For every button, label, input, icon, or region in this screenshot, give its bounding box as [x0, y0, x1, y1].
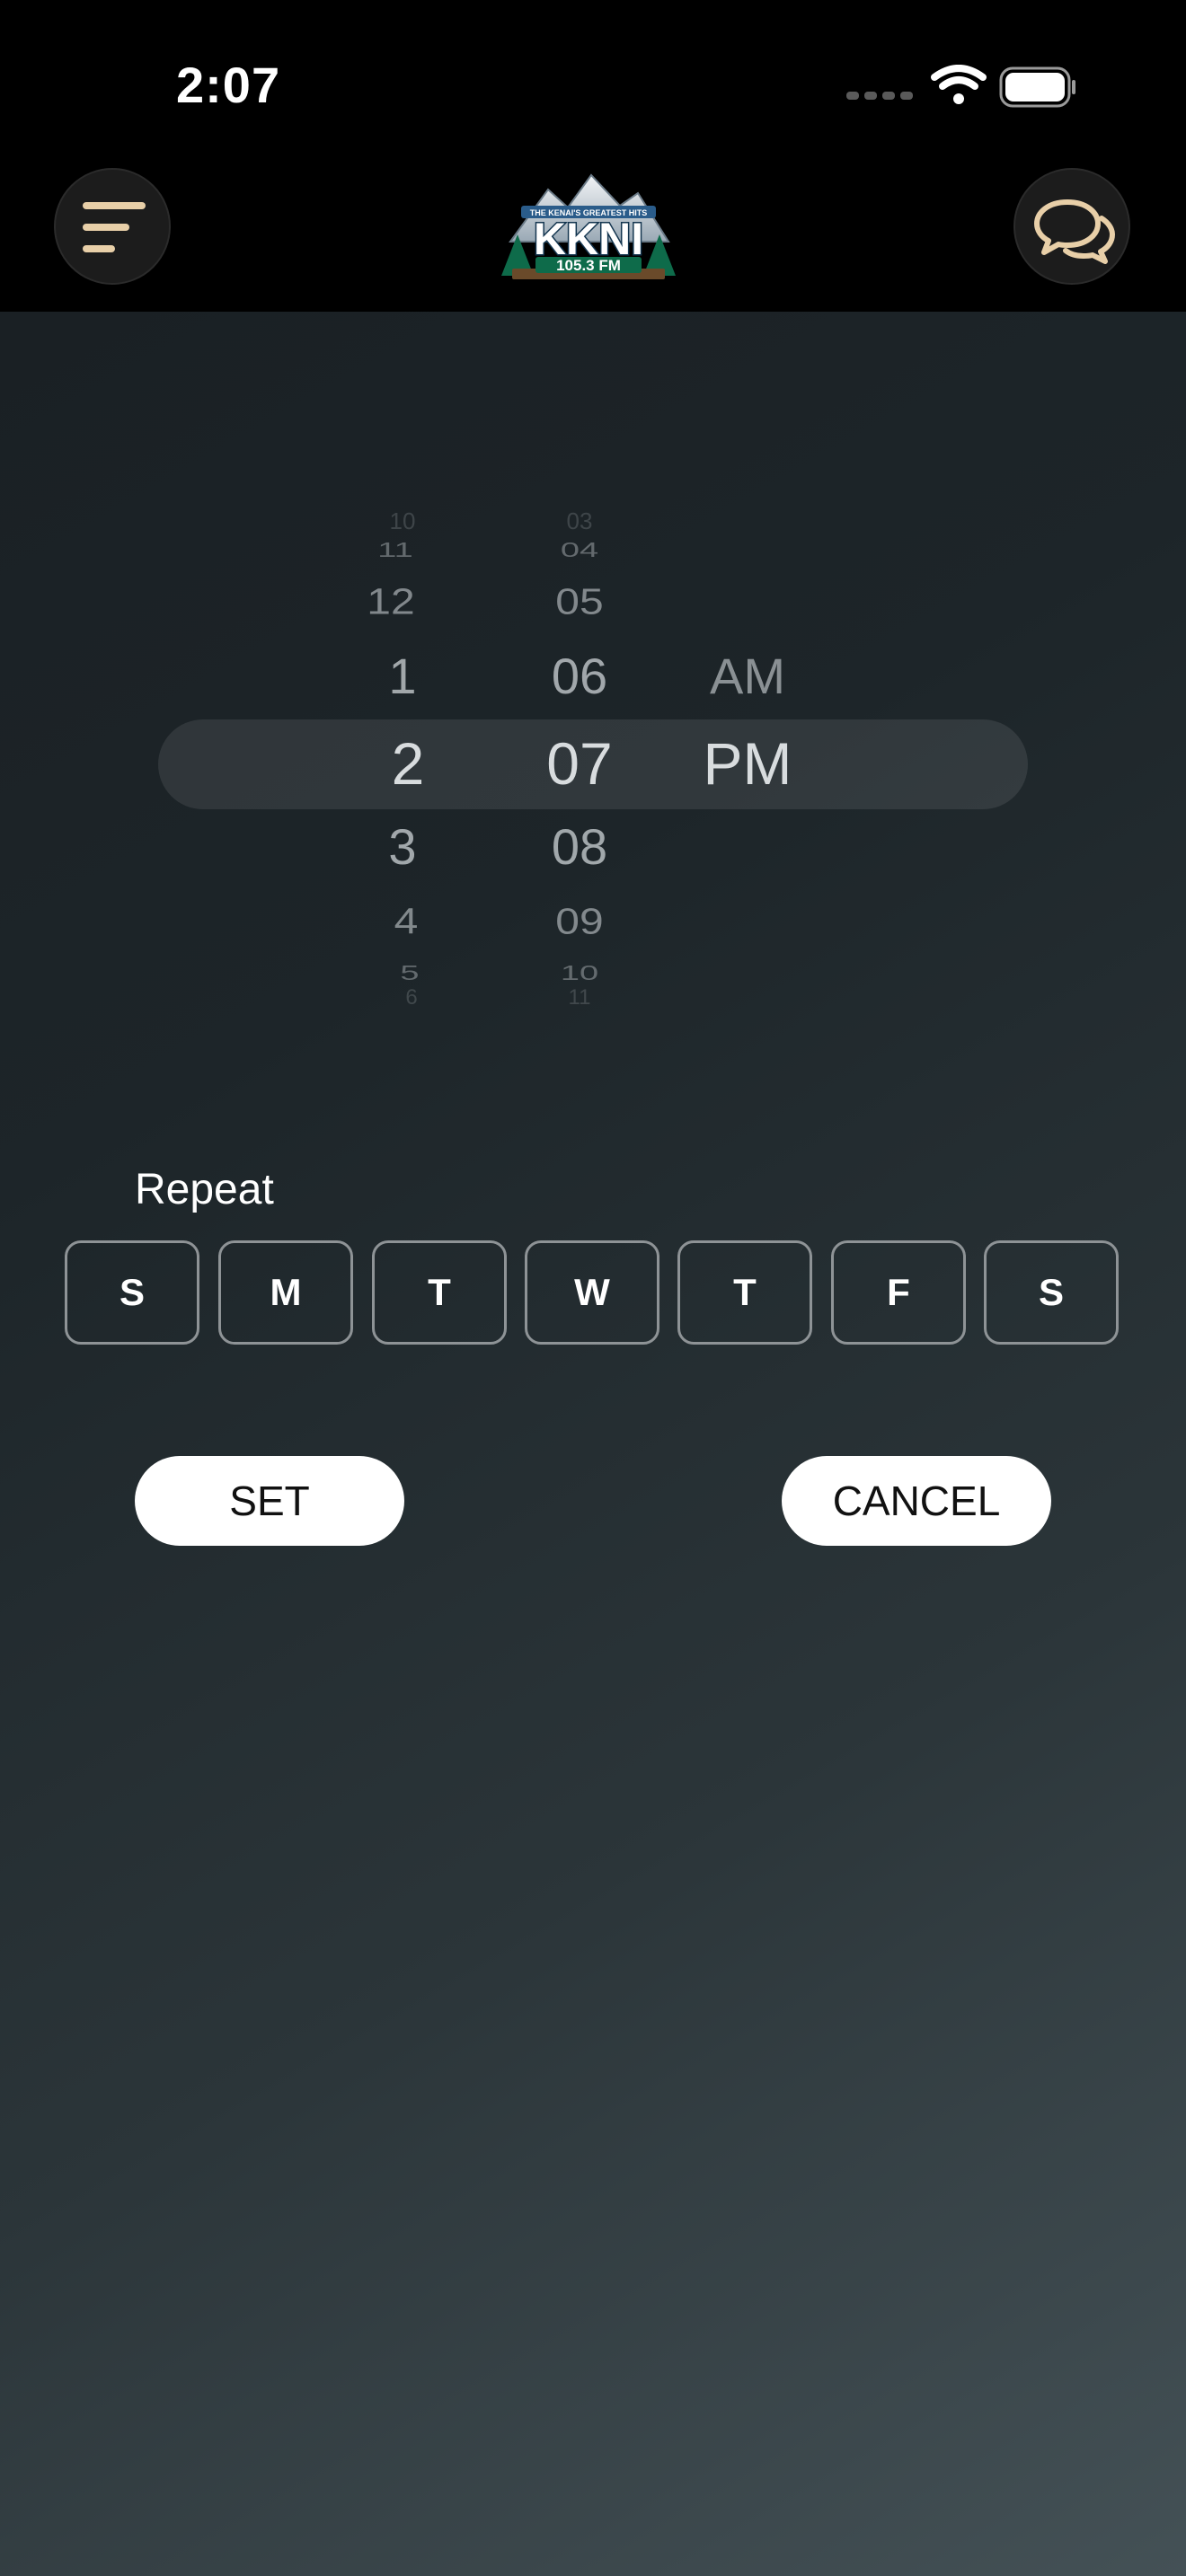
period-option-am[interactable]: AM — [710, 651, 785, 701]
status-bar: 2:07 — [0, 0, 1186, 157]
day-toggle-saturday[interactable]: S — [984, 1240, 1119, 1345]
wifi-icon — [931, 65, 987, 104]
set-button[interactable]: SET — [135, 1456, 404, 1546]
hour-option[interactable]: 4 — [394, 904, 419, 941]
selected-period[interactable]: PM — [704, 734, 792, 793]
menu-button[interactable] — [54, 168, 171, 285]
logo-frequency: 105.3 FM — [556, 257, 621, 274]
hour-option[interactable]: 1 — [388, 651, 416, 701]
repeat-label: Repeat — [135, 1166, 274, 1213]
hour-option[interactable]: 10 — [390, 509, 416, 533]
minute-option[interactable]: 06 — [552, 651, 607, 701]
chat-button[interactable] — [1013, 168, 1130, 285]
minute-option[interactable]: 05 — [555, 584, 603, 622]
hour-option[interactable]: 11 — [377, 541, 412, 561]
minute-option[interactable]: 08 — [552, 822, 607, 872]
day-toggle-tuesday[interactable]: T — [372, 1240, 507, 1345]
time-picker[interactable]: 10 11 12 1 2 3 4 5 6 03 04 05 06 07 08 0… — [0, 509, 1186, 1009]
cancel-button[interactable]: CANCEL — [782, 1456, 1051, 1546]
hour-option[interactable]: 3 — [388, 822, 416, 872]
chat-bubbles-icon — [1034, 199, 1115, 264]
alarm-screen: 10 11 12 1 2 3 4 5 6 03 04 05 06 07 08 0… — [0, 312, 1186, 2576]
hour-option[interactable]: 5 — [400, 964, 419, 984]
hour-option[interactable]: 12 — [367, 584, 414, 622]
selected-minute[interactable]: 07 — [546, 734, 612, 793]
day-toggle-friday[interactable]: F — [831, 1240, 966, 1345]
hour-option[interactable]: 6 — [405, 987, 417, 1009]
status-icons — [846, 65, 1075, 108]
day-toggle-sunday[interactable]: S — [65, 1240, 199, 1345]
minute-option[interactable]: 03 — [567, 509, 593, 533]
menu-icon — [83, 202, 146, 252]
app-header: THE KENAI'S GREATEST HITS KKNI 105.3 FM — [0, 157, 1186, 312]
minute-option[interactable]: 09 — [555, 904, 603, 941]
status-time: 2:07 — [176, 57, 281, 113]
day-toggle-monday[interactable]: M — [218, 1240, 353, 1345]
minute-option[interactable]: 10 — [561, 964, 598, 984]
station-logo: THE KENAI'S GREATEST HITS KKNI 105.3 FM — [494, 170, 683, 285]
minute-option[interactable]: 11 — [569, 987, 591, 1009]
minute-option[interactable]: 04 — [561, 541, 598, 561]
signal-dots-icon — [846, 92, 913, 100]
battery-icon — [999, 66, 1075, 108]
day-toggle-wednesday[interactable]: W — [525, 1240, 659, 1345]
selected-hour[interactable]: 2 — [392, 734, 425, 793]
day-toggle-thursday[interactable]: T — [677, 1240, 812, 1345]
